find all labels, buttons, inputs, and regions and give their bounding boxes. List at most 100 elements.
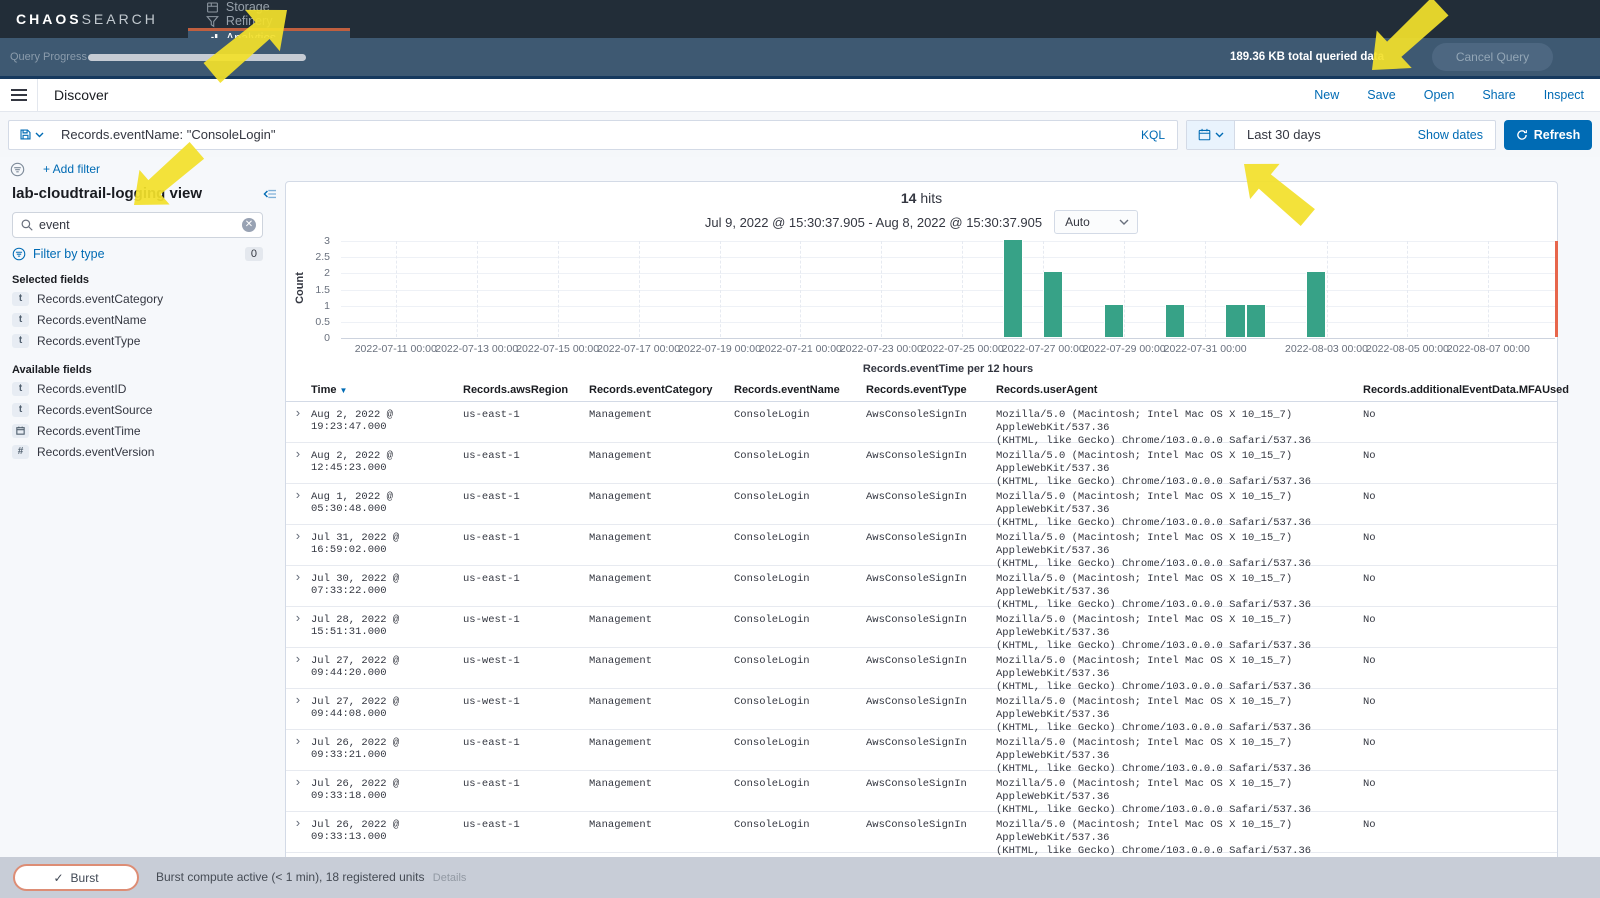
cell-mfa-used: No bbox=[1363, 614, 1376, 626]
time-range-value[interactable]: Last 30 days bbox=[1235, 127, 1418, 142]
column-header-records-eventname[interactable]: Records.eventName bbox=[734, 381, 866, 401]
field-item[interactable]: t Records.eventName bbox=[12, 309, 285, 330]
expand-row-icon[interactable]: › bbox=[286, 607, 311, 653]
table-row: › Jul 30, 2022 @ 07:33:22.000 us-east-1 Man… bbox=[286, 566, 1557, 611]
clear-search-icon[interactable]: ✕ bbox=[242, 218, 256, 232]
field-search-box[interactable]: ✕ bbox=[12, 212, 263, 238]
header-action-open[interactable]: Open bbox=[1424, 88, 1455, 102]
histogram-bar[interactable] bbox=[1245, 304, 1266, 337]
table-row: › Jul 31, 2022 @ 16:59:02.000 us-east-1 Man… bbox=[286, 525, 1557, 570]
histogram-bar[interactable] bbox=[1002, 240, 1023, 337]
cell-event-category: Management bbox=[589, 696, 653, 708]
header-action-share[interactable]: Share bbox=[1482, 88, 1515, 102]
expand-row-icon[interactable]: › bbox=[286, 402, 311, 448]
field-item[interactable]: # Records.eventVersion bbox=[12, 441, 285, 462]
table-row: › Aug 2, 2022 @ 19:23:47.000 us-east-1 Mana… bbox=[286, 402, 1557, 447]
field-item[interactable]: t Records.eventID bbox=[12, 378, 285, 399]
add-filter-button[interactable]: + Add filter bbox=[43, 162, 100, 176]
field-name: Records.eventName bbox=[37, 312, 147, 327]
query-input-box[interactable]: KQL bbox=[8, 119, 1178, 150]
refresh-label: Refresh bbox=[1533, 127, 1581, 142]
details-link[interactable]: Details bbox=[433, 872, 467, 884]
field-item[interactable]: t Records.eventSource bbox=[12, 399, 285, 420]
query-language-button[interactable]: KQL bbox=[1129, 121, 1177, 149]
header-action-inspect[interactable]: Inspect bbox=[1544, 88, 1584, 102]
show-dates-button[interactable]: Show dates bbox=[1418, 128, 1495, 142]
query-input[interactable] bbox=[53, 127, 1129, 142]
column-header-records-useragent[interactable]: Records.userAgent bbox=[996, 381, 1363, 401]
date-picker: Last 30 days Show dates bbox=[1186, 119, 1496, 150]
calendar-icon[interactable] bbox=[1187, 120, 1235, 149]
expand-row-icon[interactable]: › bbox=[286, 566, 311, 612]
refresh-button[interactable]: Refresh bbox=[1504, 119, 1592, 150]
expand-row-icon[interactable]: › bbox=[286, 648, 311, 694]
gridline bbox=[1124, 241, 1126, 337]
cell-user-agent: Mozilla/5.0 (Macintosh; Intel Mac OS X 1… bbox=[996, 778, 1312, 816]
y-tick-label: 1 bbox=[324, 299, 330, 312]
filter-by-type-icon bbox=[12, 247, 26, 261]
time-end-marker bbox=[1555, 241, 1558, 337]
column-header-records-additionaleventdata-mfaused[interactable]: Records.additionalEventData.MFAUsed bbox=[1363, 381, 1569, 401]
chart-time-range: Jul 9, 2022 @ 15:30:37.905 - Aug 8, 2022… bbox=[704, 214, 1043, 230]
cell-event-type: AwsConsoleSignIn bbox=[866, 655, 967, 667]
available-fields-list: t Records.eventID t Records.eventSource Reco… bbox=[0, 378, 285, 462]
cell-user-agent: Mozilla/5.0 (Macintosh; Intel Mac OS X 1… bbox=[996, 450, 1312, 488]
cell-time: Jul 26, 2022 @ 09:33:18.000 bbox=[311, 778, 400, 802]
string-field-icon: t bbox=[12, 291, 29, 306]
cell-time: Jul 26, 2022 @ 09:33:13.000 bbox=[311, 819, 400, 843]
menu-icon[interactable] bbox=[0, 79, 38, 111]
gridline bbox=[1326, 241, 1328, 337]
expand-row-icon[interactable]: › bbox=[286, 812, 311, 858]
column-header-records-awsregion[interactable]: Records.awsRegion bbox=[463, 381, 589, 401]
nav-tabs: StorageRefineryAnalyticsSystem Dashboard bbox=[187, 0, 351, 59]
expand-row-icon[interactable]: › bbox=[286, 689, 311, 735]
gridline bbox=[1488, 241, 1490, 337]
query-bar: KQL Last 30 days Show dates Refresh bbox=[0, 112, 1600, 157]
filter-icon[interactable] bbox=[10, 162, 25, 177]
interval-select[interactable]: Auto bbox=[1054, 210, 1139, 234]
field-name: Records.eventSource bbox=[37, 402, 153, 417]
nav-tab-label: Refinery bbox=[225, 14, 273, 28]
column-header-records-eventtype[interactable]: Records.eventType bbox=[866, 381, 996, 401]
expand-row-icon[interactable]: › bbox=[286, 730, 311, 776]
nav-tab-refinery[interactable]: Refinery bbox=[188, 14, 350, 28]
field-item[interactable]: Records.eventTime bbox=[12, 420, 285, 441]
header-action-save[interactable]: Save bbox=[1367, 88, 1396, 102]
histogram-bar[interactable] bbox=[1103, 304, 1125, 337]
expand-row-icon[interactable]: › bbox=[286, 771, 311, 817]
cell-event-name: ConsoleLogin bbox=[734, 532, 810, 544]
burst-toggle-button[interactable]: ✓ Burst bbox=[13, 864, 139, 891]
histogram-bar[interactable] bbox=[1306, 272, 1327, 337]
saved-query-icon[interactable] bbox=[9, 128, 53, 141]
filter-by-type-row[interactable]: Filter by type 0 bbox=[12, 247, 263, 261]
field-name: Records.eventCategory bbox=[37, 291, 164, 306]
number-field-icon: # bbox=[12, 444, 29, 459]
expand-row-icon[interactable]: › bbox=[286, 484, 311, 530]
cell-event-name: ConsoleLogin bbox=[734, 778, 810, 790]
histogram-plot[interactable] bbox=[341, 240, 1558, 339]
nav-tab-storage[interactable]: Storage bbox=[188, 0, 350, 14]
field-item[interactable]: t Records.eventType bbox=[12, 330, 285, 351]
collapse-sidebar-icon[interactable] bbox=[263, 188, 277, 200]
cancel-query-button[interactable]: Cancel Query bbox=[1432, 43, 1553, 71]
field-search-input[interactable] bbox=[39, 218, 242, 232]
selected-fields-list: t Records.eventCategory t Records.eventName… bbox=[0, 288, 285, 351]
x-tick-label: 2022-07-11 00:00 bbox=[354, 343, 437, 355]
cell-event-category: Management bbox=[589, 409, 653, 421]
filter-by-type-label[interactable]: Filter by type bbox=[33, 247, 105, 261]
cell-aws-region: us-west-1 bbox=[463, 614, 520, 626]
expand-row-icon[interactable]: › bbox=[286, 525, 311, 571]
histogram-bar[interactable] bbox=[1225, 304, 1246, 337]
histogram-bar[interactable] bbox=[1043, 272, 1064, 337]
cell-mfa-used: No bbox=[1363, 737, 1376, 749]
column-header-records-eventcategory[interactable]: Records.eventCategory bbox=[589, 381, 734, 401]
sort-desc-icon[interactable]: ▼ bbox=[339, 386, 347, 395]
field-item[interactable]: t Records.eventCategory bbox=[12, 288, 285, 309]
histogram-bar[interactable] bbox=[1164, 304, 1185, 337]
header-action-new[interactable]: New bbox=[1314, 88, 1339, 102]
cell-event-type: AwsConsoleSignIn bbox=[866, 573, 967, 585]
column-header-time[interactable]: Time ▼ bbox=[311, 381, 463, 401]
index-view-title[interactable]: lab-cloudtrail-logging view bbox=[12, 185, 202, 202]
filter-by-type-count: 0 bbox=[244, 247, 263, 261]
expand-row-icon[interactable]: › bbox=[286, 443, 311, 489]
